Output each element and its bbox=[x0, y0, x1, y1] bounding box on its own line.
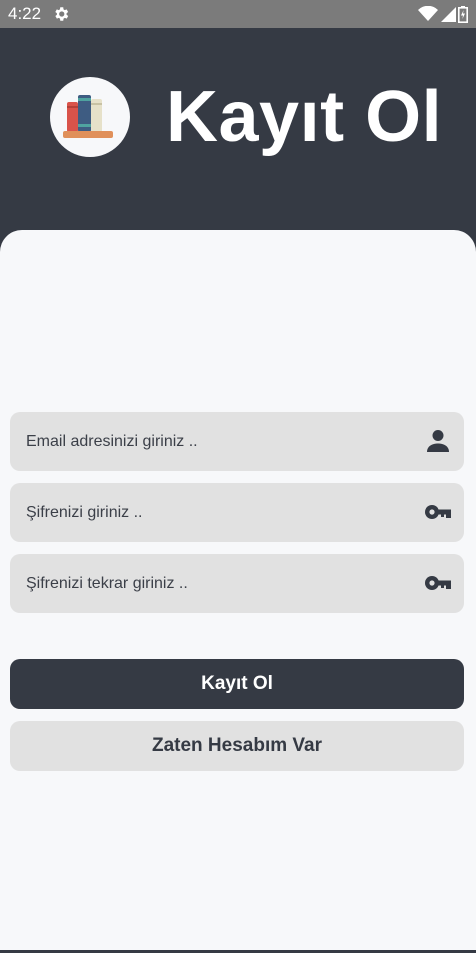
person-icon bbox=[427, 430, 449, 452]
key-icon bbox=[425, 505, 451, 519]
app-logo bbox=[50, 77, 130, 157]
status-bar: 4:22 bbox=[0, 0, 476, 28]
status-icons bbox=[418, 5, 468, 23]
battery-icon bbox=[458, 5, 468, 23]
gear-icon bbox=[55, 7, 69, 21]
wifi-icon bbox=[418, 6, 438, 21]
email-field[interactable]: Email adresinizi giriniz .. bbox=[10, 412, 464, 471]
page-title: Kayıt Ol bbox=[166, 77, 443, 157]
register-button[interactable]: Kayıt Ol bbox=[10, 659, 464, 709]
header: Kayıt Ol bbox=[0, 28, 476, 238]
key-icon bbox=[425, 576, 451, 590]
status-time: 4:22 bbox=[8, 4, 42, 23]
password-field[interactable]: Şifrenizi giriniz .. bbox=[10, 483, 464, 542]
email-placeholder: Email adresinizi giriniz .. bbox=[26, 433, 198, 450]
signal-icon bbox=[441, 7, 456, 22]
have-account-button[interactable]: Zaten Hesabım Var bbox=[10, 721, 464, 771]
password-placeholder: Şifrenizi giriniz .. bbox=[26, 504, 143, 521]
password-repeat-field[interactable]: Şifrenizi tekrar giriniz .. bbox=[10, 554, 464, 613]
books-icon bbox=[63, 95, 113, 138]
password-repeat-placeholder: Şifrenizi tekrar giriniz .. bbox=[26, 575, 188, 592]
